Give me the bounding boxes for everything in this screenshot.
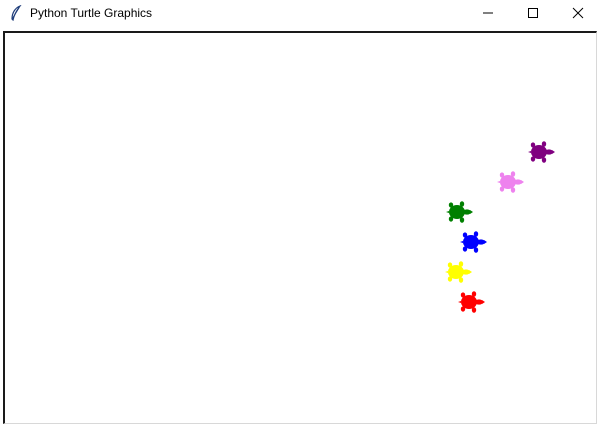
turtle-purple — [528, 139, 556, 165]
close-button[interactable] — [555, 0, 600, 26]
window-controls — [465, 0, 600, 26]
maximize-icon — [527, 8, 538, 18]
close-icon — [572, 7, 583, 19]
window-title: Python Turtle Graphics — [30, 6, 153, 20]
turtle-violet — [497, 169, 525, 195]
title-bar[interactable]: Python Turtle Graphics — [0, 0, 600, 26]
feather-icon — [8, 5, 24, 21]
minimize-button[interactable] — [465, 0, 510, 26]
turtle-canvas[interactable] — [3, 31, 597, 424]
turtle-red — [458, 289, 486, 315]
maximize-button[interactable] — [510, 0, 555, 26]
turtle-yellow — [445, 259, 473, 285]
minimize-icon — [482, 12, 493, 14]
turtle-window: Python Turtle Graphics — [0, 0, 600, 426]
turtle-blue — [460, 229, 488, 255]
turtle-green — [446, 199, 474, 225]
